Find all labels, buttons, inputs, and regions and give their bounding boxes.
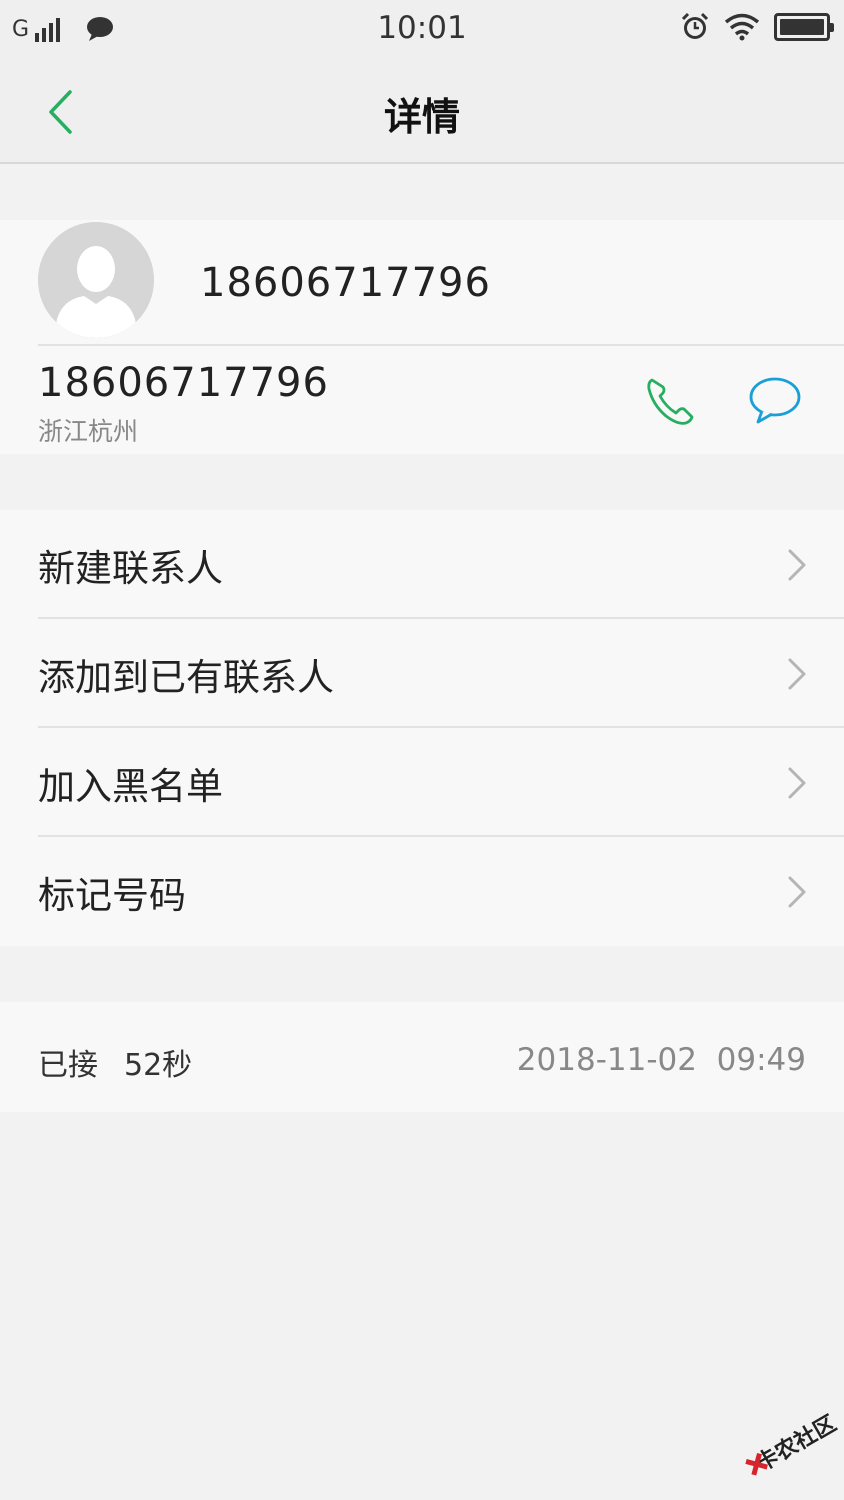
menu-item-blacklist[interactable]: 加入黑名单: [0, 728, 844, 837]
divider: [38, 344, 844, 346]
status-right: [680, 12, 834, 42]
alarm-icon: [681, 12, 709, 39]
nav-bar: 详情: [0, 60, 844, 164]
call-duration: 52秒: [124, 1048, 193, 1083]
status-bar: G 10:01: [0, 0, 844, 60]
message-icon: [749, 377, 801, 424]
avatar: [38, 222, 154, 338]
menu-item-mark-number[interactable]: 标记号码: [0, 837, 844, 946]
chevron-right-icon: [788, 767, 806, 799]
watermark-mark-icon: [741, 1455, 761, 1479]
phone-number: 18606717796: [38, 360, 329, 406]
menu-item-label: 新建联系人: [38, 546, 223, 590]
chevron-right-icon: [788, 549, 806, 581]
phone-icon: [647, 378, 694, 425]
call-button[interactable]: [640, 370, 702, 430]
battery-level: [780, 19, 824, 35]
menu-item-label: 添加到已有联系人: [38, 655, 334, 699]
chevron-right-icon: [788, 658, 806, 690]
chevron-right-icon: [788, 876, 806, 908]
call-status: 已接: [38, 1048, 98, 1083]
watermark-logo: 卡农社区: [724, 1381, 844, 1500]
menu-item-label: 加入黑名单: [38, 764, 223, 808]
contact-name: 18606717796: [200, 260, 491, 306]
call-datetime: 2018-11-02 09:49: [516, 1042, 806, 1078]
battery-icon: [774, 13, 834, 41]
message-button[interactable]: [744, 370, 806, 430]
contact-card: 18606717796 18606717796 浙江杭州: [0, 220, 844, 454]
actions-menu: 新建联系人 添加到已有联系人 加入黑名单 标记号码: [0, 510, 844, 946]
menu-item-label: 标记号码: [38, 873, 186, 917]
menu-item-add-to-existing[interactable]: 添加到已有联系人: [0, 619, 844, 728]
wifi-icon: [724, 13, 760, 41]
menu-item-new-contact[interactable]: 新建联系人: [0, 510, 844, 619]
call-log-entry: 已接 52秒 2018-11-02 09:49: [0, 1002, 844, 1112]
page-title: 详情: [383, 95, 460, 139]
default-avatar-icon: [38, 222, 154, 338]
number-location: 浙江杭州: [38, 417, 139, 446]
